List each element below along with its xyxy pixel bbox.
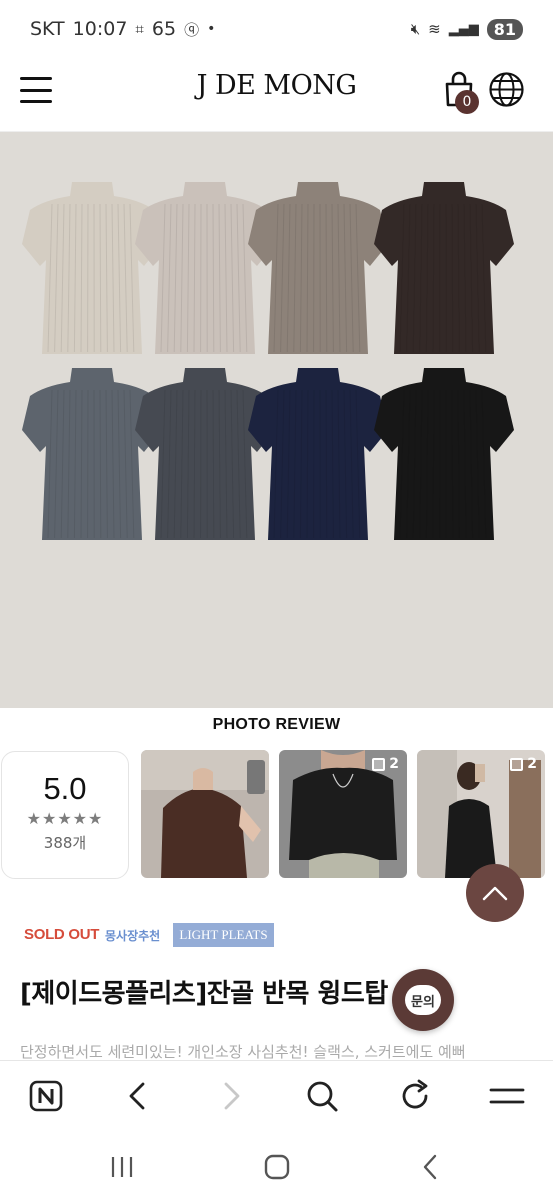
review-photo-brown-top [141,750,269,878]
photo-review-title: PHOTO REVIEW [212,716,341,733]
sold-out-badge: SOLD OUT [24,926,100,943]
recent-apps-button[interactable] [104,1152,140,1182]
rating-score: 5.0 [43,771,87,806]
photo-count: 2 [389,756,399,772]
shirt-swatch [374,368,514,540]
scroll-top-button[interactable] [466,864,524,922]
chat-bubble-icon: 문의 [405,985,441,1015]
wifi-icon: ≋ [428,20,441,38]
search-icon [307,1081,338,1112]
globe-icon [489,72,524,107]
review-thumbnail[interactable] [141,750,269,878]
shirt-swatch [22,368,162,540]
status-bar: SKT 10:07 ⌗ 65 ⓠ • 🔇︎ ≋ ▂▄▆ 81 [0,0,553,58]
review-thumbnail[interactable]: 2 [417,750,545,878]
chevron-right-icon [224,1082,240,1110]
browser-menu-button[interactable] [489,1078,525,1114]
product-title: [제이드몽플리츠]잔골 반목 윙드탑 [20,979,388,1009]
naver-n-icon [29,1080,63,1112]
shirt-swatch [22,182,162,354]
shirt-shape [135,368,275,540]
browser-toolbar [0,1060,553,1132]
shirt-swatch [135,368,275,540]
refresh-button[interactable] [397,1078,433,1114]
shirt-shape [374,368,514,540]
inquiry-label: 문의 [411,994,435,1010]
browser-home-button[interactable] [28,1078,64,1114]
inquiry-button[interactable]: 문의 [392,969,454,1031]
product-photo-shirts [22,182,514,540]
shirt-shape [135,182,275,354]
shirt-shape [22,182,162,354]
cart-count-badge: 0 [455,90,479,114]
light-pleats-badge: LIGHT PLEATS [173,923,274,947]
shirt-shape [248,368,388,540]
photo-count: 2 [527,756,537,772]
language-button[interactable] [488,71,525,108]
notification-icon: ⓠ [184,20,200,39]
status-dot: • [207,21,216,37]
shirt-shape [374,182,514,354]
product-main-image[interactable] [0,132,553,708]
status-left: SKT 10:07 ⌗ 65 ⓠ • [30,18,215,40]
home-button[interactable] [259,1152,295,1182]
rating-stars: ★★★★★ [26,809,104,828]
system-back-button[interactable] [413,1152,449,1182]
photo-count-indicator: 2 [510,756,537,772]
review-thumbnail[interactable]: 2 [279,750,407,878]
back-button[interactable] [120,1078,156,1114]
battery-indicator: 81 [486,18,523,40]
shirt-shape [248,182,388,354]
chevron-up-icon [482,886,508,901]
photo-count-indicator: 2 [372,756,399,772]
mute-icon: 🔇︎ [410,20,421,38]
signal-icon: ▂▄▆ [448,21,479,37]
shirt-shape [22,368,162,540]
back-arrow-icon [423,1154,437,1180]
shirt-swatch [248,368,388,540]
chevron-left-icon [129,1082,145,1110]
multi-photo-icon [372,757,386,771]
shirt-swatch [248,182,388,354]
data-label: 65 [151,18,177,40]
rating-summary-card[interactable]: 5.0 ★★★★★ 388개 [1,751,129,879]
clock: 10:07 [72,18,128,40]
carrier: SKT [30,18,65,40]
screenshot-icon: ⌗ [135,20,144,38]
forward-button[interactable] [213,1078,249,1114]
shirt-swatch [374,182,514,354]
android-navigation-bar [0,1132,553,1200]
search-button[interactable] [304,1078,340,1114]
status-right: 🔇︎ ≋ ▂▄▆ 81 [410,18,523,40]
multi-photo-icon [510,757,524,771]
recent-apps-icon [111,1157,133,1177]
product-description: 단정하면서도 세련미있는! 개인소장 사심추천! 슬랙스, 스커트에도 예뻐 [20,1043,466,1061]
menu-icon [489,1088,525,1104]
shirt-swatch [135,182,275,354]
review-count: 388개 [43,834,87,852]
refresh-icon [402,1079,428,1109]
recommend-badge: 몽사장추천 [105,929,161,943]
home-icon [264,1154,290,1180]
